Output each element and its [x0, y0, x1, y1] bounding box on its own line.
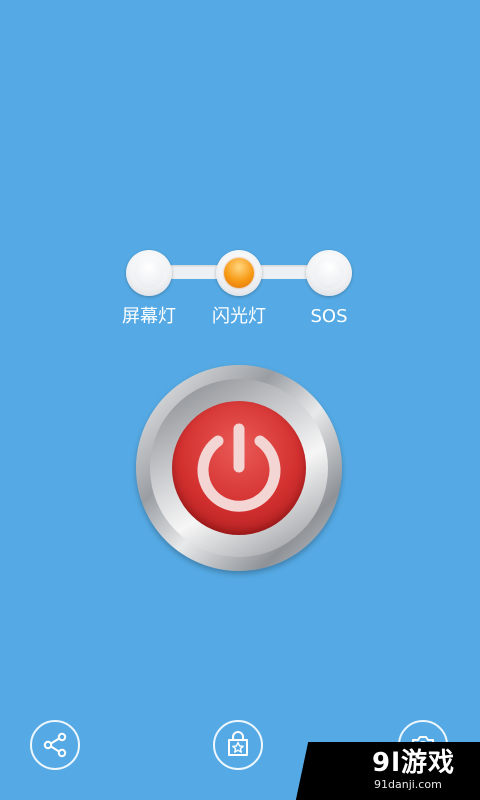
flashlight-app-screen: 屏幕灯 闪光灯 SOS 9l游戏 91danji.com	[0, 0, 480, 800]
share-button[interactable]	[30, 720, 80, 770]
store-button[interactable]	[213, 720, 263, 770]
power-button[interactable]	[136, 365, 342, 571]
mode-knob-sos[interactable]	[306, 250, 352, 296]
mode-knob-indicator	[134, 258, 164, 288]
watermark-url: 91danji.com	[374, 778, 442, 791]
share-icon	[43, 732, 67, 758]
mode-knob-flashlight[interactable]	[216, 250, 262, 296]
mode-label-screen-light[interactable]: 屏幕灯	[109, 305, 189, 329]
watermark-title: 9l游戏	[372, 748, 456, 778]
mode-label-sos[interactable]: SOS	[289, 305, 369, 329]
shopping-bag-star-icon	[228, 731, 248, 756]
watermark-logo: 9l游戏 91danji.com	[372, 748, 480, 792]
mode-label-flashlight[interactable]: 闪光灯	[199, 305, 279, 329]
mode-knob-indicator	[314, 258, 344, 288]
mode-knob-indicator-active	[224, 258, 254, 288]
mode-knob-screen-light[interactable]	[126, 250, 172, 296]
power-button-metal-ring	[150, 379, 328, 557]
power-button-face	[172, 401, 306, 535]
power-icon	[197, 423, 281, 512]
